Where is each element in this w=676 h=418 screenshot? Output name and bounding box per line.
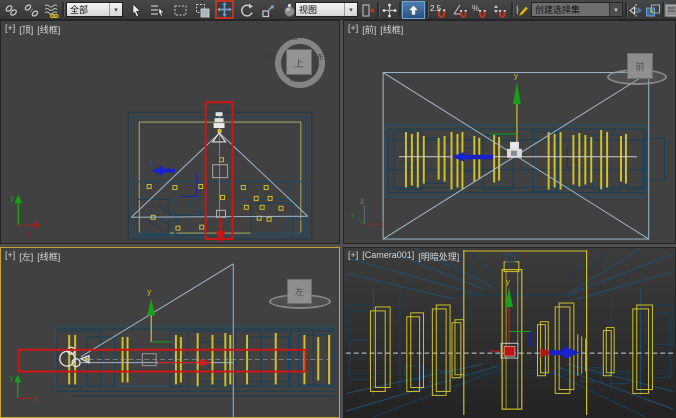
move-gizmo-z[interactable]: z xyxy=(149,161,175,176)
room-wireframe xyxy=(55,326,335,396)
scene-objects-yellow xyxy=(370,250,652,415)
y-axis-label: y xyxy=(10,193,14,202)
select-and-rotate-icon[interactable] xyxy=(237,1,255,19)
viewport-view-name[interactable]: [顶] xyxy=(19,23,33,36)
viewport-shading-mode[interactable]: [线框] xyxy=(37,23,60,36)
named-selection-sets-value: 创建选择集 xyxy=(532,3,609,16)
viewport-front-canvas[interactable]: y z z x y xyxy=(344,21,675,243)
selection-filter-value: 全部 xyxy=(67,3,109,16)
chevron-down-icon: ▾ xyxy=(109,3,122,16)
viewcube-front-face[interactable]: 前 xyxy=(627,53,653,79)
viewcube-compass[interactable]: 上 北 东 南 西 xyxy=(273,36,327,90)
compass-north[interactable]: 北 xyxy=(290,32,297,42)
rectangular-selection-region-icon[interactable] xyxy=(171,1,189,19)
z-axis-label: z xyxy=(446,146,449,153)
window-crossing-toggle-icon[interactable] xyxy=(193,1,211,19)
reference-coordinate-dropdown[interactable]: 视图 ▾ xyxy=(295,2,358,17)
viewport-view-name[interactable]: [前] xyxy=(362,23,376,36)
viewport-front[interactable]: y z z x y [+] [前] [线框] 前 xyxy=(343,20,676,244)
axis-tripod: y x xyxy=(10,193,41,239)
spinner-snap-toggle-icon[interactable] xyxy=(490,1,508,19)
unlink-selection-icon[interactable] xyxy=(22,1,40,19)
select-object-icon[interactable] xyxy=(127,1,145,19)
viewport-left-canvas[interactable]: y y x xyxy=(1,248,339,417)
select-and-move-button[interactable] xyxy=(215,0,234,19)
viewport-shading-mode[interactable]: [线框] xyxy=(37,250,60,263)
chevron-down-icon: ▾ xyxy=(344,3,357,16)
select-and-link-icon[interactable] xyxy=(2,1,20,19)
viewport-shading-mode[interactable]: [明暗处理] xyxy=(418,250,459,263)
mirror-icon[interactable] xyxy=(628,1,644,19)
viewport-camera-canvas[interactable]: y xyxy=(344,248,675,417)
x-axis-label: x xyxy=(27,230,31,239)
viewcube-top-face[interactable]: 上 xyxy=(286,49,312,75)
dummy-helper-box[interactable] xyxy=(213,165,228,178)
viewport-shading-mode[interactable]: [线框] xyxy=(380,23,403,36)
bind-to-space-warp-icon[interactable] xyxy=(42,1,60,19)
percent-glyph: % xyxy=(472,4,479,13)
toolbar-separator xyxy=(62,2,65,17)
viewport-camera[interactable]: y [+] [Camera001] [明暗处理] xyxy=(343,247,676,418)
axis-tripod: z x y xyxy=(351,198,384,229)
edit-named-selection-sets-icon[interactable] xyxy=(514,1,529,19)
percent-snap-toggle-icon[interactable]: % xyxy=(470,1,488,19)
viewport-view-name[interactable]: [左] xyxy=(19,250,33,263)
keyboard-shortcut-override-button[interactable] xyxy=(402,1,425,19)
viewport-menu[interactable]: [+] xyxy=(348,23,358,36)
use-pivot-point-center-icon[interactable] xyxy=(360,1,375,19)
viewport-label: [+] [Camera001] [明暗处理] xyxy=(348,250,459,263)
compass-east[interactable]: 东 xyxy=(317,52,324,62)
viewport-menu[interactable]: [+] xyxy=(5,250,15,263)
viewport-label: [+] [左] [线框] xyxy=(5,250,60,263)
x-axis-label: x xyxy=(380,222,384,229)
x-axis-label: x xyxy=(34,396,38,403)
viewport-top[interactable]: z y x [+] [顶] [线框] 上 北 东 南 西 xyxy=(0,20,340,244)
select-by-name-icon[interactable] xyxy=(148,1,166,19)
y-axis-label: y xyxy=(351,213,354,219)
angle-snap-toggle-icon[interactable] xyxy=(451,1,469,19)
align-icon[interactable] xyxy=(645,1,661,19)
selection-rectangle xyxy=(206,102,233,239)
scene-objects-yellow xyxy=(406,130,626,189)
snaps-toggle-icon[interactable]: 2.5 xyxy=(429,1,449,19)
selected-column[interactable] xyxy=(502,255,522,409)
chevron-down-icon: ▾ xyxy=(609,3,622,16)
z-axis-label: z xyxy=(149,161,153,168)
y-axis-label: y xyxy=(514,71,518,80)
viewport-menu[interactable]: [+] xyxy=(348,250,358,263)
main-toolbar: 全部 ▾ 视图 ▾ xyxy=(0,0,676,20)
viewport-left-active[interactable]: y y x [+] [左] [线框] 左 xyxy=(0,247,340,418)
axis-tripod: y x xyxy=(10,375,38,404)
compass-south[interactable]: 南 xyxy=(290,74,297,84)
compass-west[interactable]: 西 xyxy=(266,52,273,62)
viewport-menu[interactable]: [+] xyxy=(5,23,15,36)
y-axis-label: y xyxy=(147,287,151,296)
camera-icon[interactable] xyxy=(507,142,522,158)
viewport-label: [+] [顶] [线框] xyxy=(5,23,60,36)
select-and-manipulate-icon[interactable] xyxy=(380,1,398,19)
helper-line xyxy=(179,173,197,197)
scene-lights xyxy=(147,158,283,230)
move-gizmo[interactable]: y xyxy=(490,277,579,359)
viewcube-left-face[interactable]: 左 xyxy=(287,279,312,304)
y-axis-label: y xyxy=(10,375,14,382)
selection-filter-dropdown[interactable]: 全部 ▾ xyxy=(66,2,123,17)
named-selection-sets-dropdown[interactable]: 创建选择集 ▾ xyxy=(531,2,623,17)
z-axis-label: z xyxy=(360,198,364,205)
layer-manager-icon[interactable] xyxy=(665,1,676,19)
select-and-scale-icon[interactable] xyxy=(259,1,277,19)
viewport-view-name[interactable]: [Camera001] xyxy=(362,250,414,263)
viewport-label: [+] [前] [线框] xyxy=(348,23,403,36)
reference-coordinate-value: 视图 xyxy=(296,3,344,16)
y-axis-label: y xyxy=(506,277,510,286)
